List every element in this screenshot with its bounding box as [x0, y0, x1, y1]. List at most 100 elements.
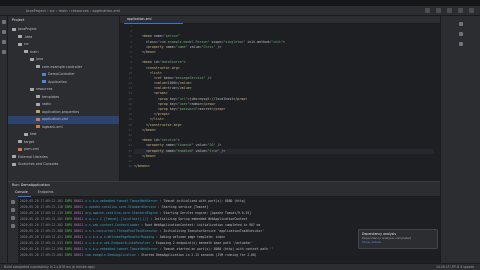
log-cls: o.s.web.context.ContextLoader	[85, 223, 140, 227]
print-icon[interactable]	[11, 224, 15, 228]
commit-tool-icon[interactable]	[2, 40, 6, 44]
log-ts: 2020-05-20 17:05:22.601	[20, 253, 63, 257]
notification-balloon: Dependency analysis Dependency analysis …	[358, 229, 438, 249]
run-tab-endpoints[interactable]: Endpoints	[35, 189, 57, 196]
log-ts: 2020-05-20 17:05:22.202	[20, 223, 63, 227]
log-msg: : Starting service [Tomcat]	[157, 205, 209, 209]
tree-item-label: main	[30, 49, 39, 54]
log-pid: 86811	[74, 229, 84, 233]
tree-item-label: logback.xml	[42, 124, 63, 129]
tree-item-label: pom.xml	[24, 147, 39, 151]
status-indicators[interactable]: 14:26 LF UTF-8 4 spaces	[436, 264, 474, 270]
structure-tool-icon[interactable]	[2, 30, 6, 34]
tree-item-label: application.properties	[42, 109, 80, 114]
tree-item[interactable]: templates	[8, 94, 119, 102]
folder-icon	[12, 155, 16, 158]
tree-item[interactable]: JavaProject	[8, 26, 119, 34]
toolbar-actions	[425, 8, 474, 13]
tree-item[interactable]: logback.xml	[8, 124, 119, 132]
folder-icon	[24, 132, 28, 136]
log-lvl: INFO	[64, 235, 73, 239]
tree-item[interactable]: pom.xml	[8, 146, 119, 154]
notification-link[interactable]: Show details	[362, 240, 434, 244]
console-output[interactable]: 2020-05-20 17:05:22.101 INFO 86811 o.s.b…	[20, 198, 440, 258]
code-line[interactable]: </beans>	[134, 164, 434, 169]
tree-item-label: application.xml	[42, 117, 69, 121]
java-icon	[42, 80, 46, 83]
log-pid: 86811	[74, 205, 84, 209]
rerun-icon[interactable]	[11, 200, 15, 204]
tree-item-label: Scratches and Consoles	[18, 162, 59, 166]
tree-item-label: resources	[36, 87, 53, 91]
tree-item[interactable]: com.example.controller	[8, 64, 119, 72]
log-msg: : Adding welcome page template: index	[156, 235, 225, 239]
tree-item[interactable]: static	[8, 101, 119, 109]
database-tool-icon[interactable]	[458, 32, 463, 36]
tree-item[interactable]: Application	[8, 79, 119, 87]
log-cls: o.apache.catalina.core.StandardService	[85, 205, 157, 209]
tree-item[interactable]: test	[8, 131, 119, 139]
tree-item[interactable]: Scratches and Consoles	[8, 161, 119, 169]
log-pid: 86811	[74, 247, 84, 251]
favorites-tool-icon[interactable]	[2, 50, 6, 54]
tree-item[interactable]: application.properties	[8, 109, 119, 117]
xml-icon	[36, 117, 40, 121]
file-icon	[36, 110, 40, 113]
code-area[interactable]: <bean name="person" class="com.example.m…	[134, 24, 434, 181]
log-lvl: INFO	[64, 253, 73, 257]
tree-item[interactable]: DemoController	[8, 71, 119, 79]
log-line: 2020-05-20 17:05:22.601 INFO 86811 com.e…	[20, 252, 440, 258]
folder-icon	[30, 57, 34, 61]
navigation-bar: JavaProject › src › main › resources › a…	[0, 6, 480, 16]
log-pid: 86811	[74, 241, 84, 245]
line-number: 28	[128, 164, 132, 169]
search-icon[interactable]	[458, 8, 463, 13]
log-ts: 2020-05-20 17:05:22.101	[20, 199, 63, 203]
tree-item-label: test	[30, 132, 37, 136]
log-ts: 2020-05-20 17:05:22.598	[20, 247, 63, 251]
gear-icon[interactable]	[469, 8, 474, 13]
status-message[interactable]: Build completed successfully in 2 s 678 …	[4, 265, 95, 269]
tree-item[interactable]: External Libraries	[8, 154, 119, 162]
log-cls: o.s.b.w.embedded.tomcat.TomcatWebServer	[85, 247, 158, 251]
right-tool-strip	[440, 16, 480, 263]
status-bar: Build completed successfully in 2 s 678 …	[0, 263, 480, 270]
log-pid: 86811	[74, 211, 84, 215]
scroll-to-end-icon[interactable]	[11, 216, 15, 220]
tree-item[interactable]: target	[8, 139, 119, 147]
log-lvl: INFO	[64, 247, 73, 251]
line-number-gutter: 1 2 3 4 5 6 7 8 9 10 11 12 13 14 15 16 17 18 19 20 21 22 23 24 2…	[120, 24, 134, 181]
folder-icon	[36, 65, 40, 68]
tree-item[interactable]: .idea	[8, 34, 119, 42]
tree-item-label: JavaProject	[18, 27, 37, 31]
tree-item[interactable]: java	[8, 56, 119, 64]
project-panel-title[interactable]: Project	[8, 16, 119, 26]
run-panel: Run: DemoApplication Console Endpoints 20…	[8, 181, 440, 264]
tree-item[interactable]: application.xml	[8, 116, 119, 124]
debug-icon[interactable]	[447, 8, 452, 13]
log-msg: : Tomcat started on port(s): 8080 (http)…	[159, 247, 274, 251]
tree-item[interactable]: resources	[8, 86, 119, 94]
run-icon[interactable]	[436, 8, 441, 13]
tree-item-label: src	[24, 42, 29, 46]
log-lvl: INFO	[64, 205, 73, 209]
log-lvl: INFO	[64, 211, 73, 215]
folder-icon	[18, 35, 22, 38]
tree-item[interactable]: src	[8, 41, 119, 49]
log-pid: 86811	[74, 199, 84, 203]
folder-icon	[18, 140, 22, 143]
stop-icon[interactable]	[11, 208, 15, 212]
build-icon[interactable]	[425, 8, 430, 13]
notifications-icon[interactable]	[458, 22, 463, 26]
log-lvl: INFO	[64, 223, 73, 227]
breadcrumb[interactable]: JavaProject › src › main › resources › a…	[26, 9, 120, 13]
log-msg: : Initializing ExecutorService 'applicat…	[159, 229, 265, 233]
run-toolbar	[8, 196, 18, 264]
tree-item[interactable]: main	[8, 49, 119, 57]
maven-tool-icon[interactable]	[458, 42, 463, 46]
tab-application-xml[interactable]: application.xml	[124, 16, 183, 24]
project-tool-icon[interactable]	[2, 20, 6, 24]
tree-item-label: templates	[42, 94, 60, 99]
folder-icon	[24, 50, 28, 53]
log-msg: : Started DemoApplication in 2.13 second…	[137, 253, 257, 257]
